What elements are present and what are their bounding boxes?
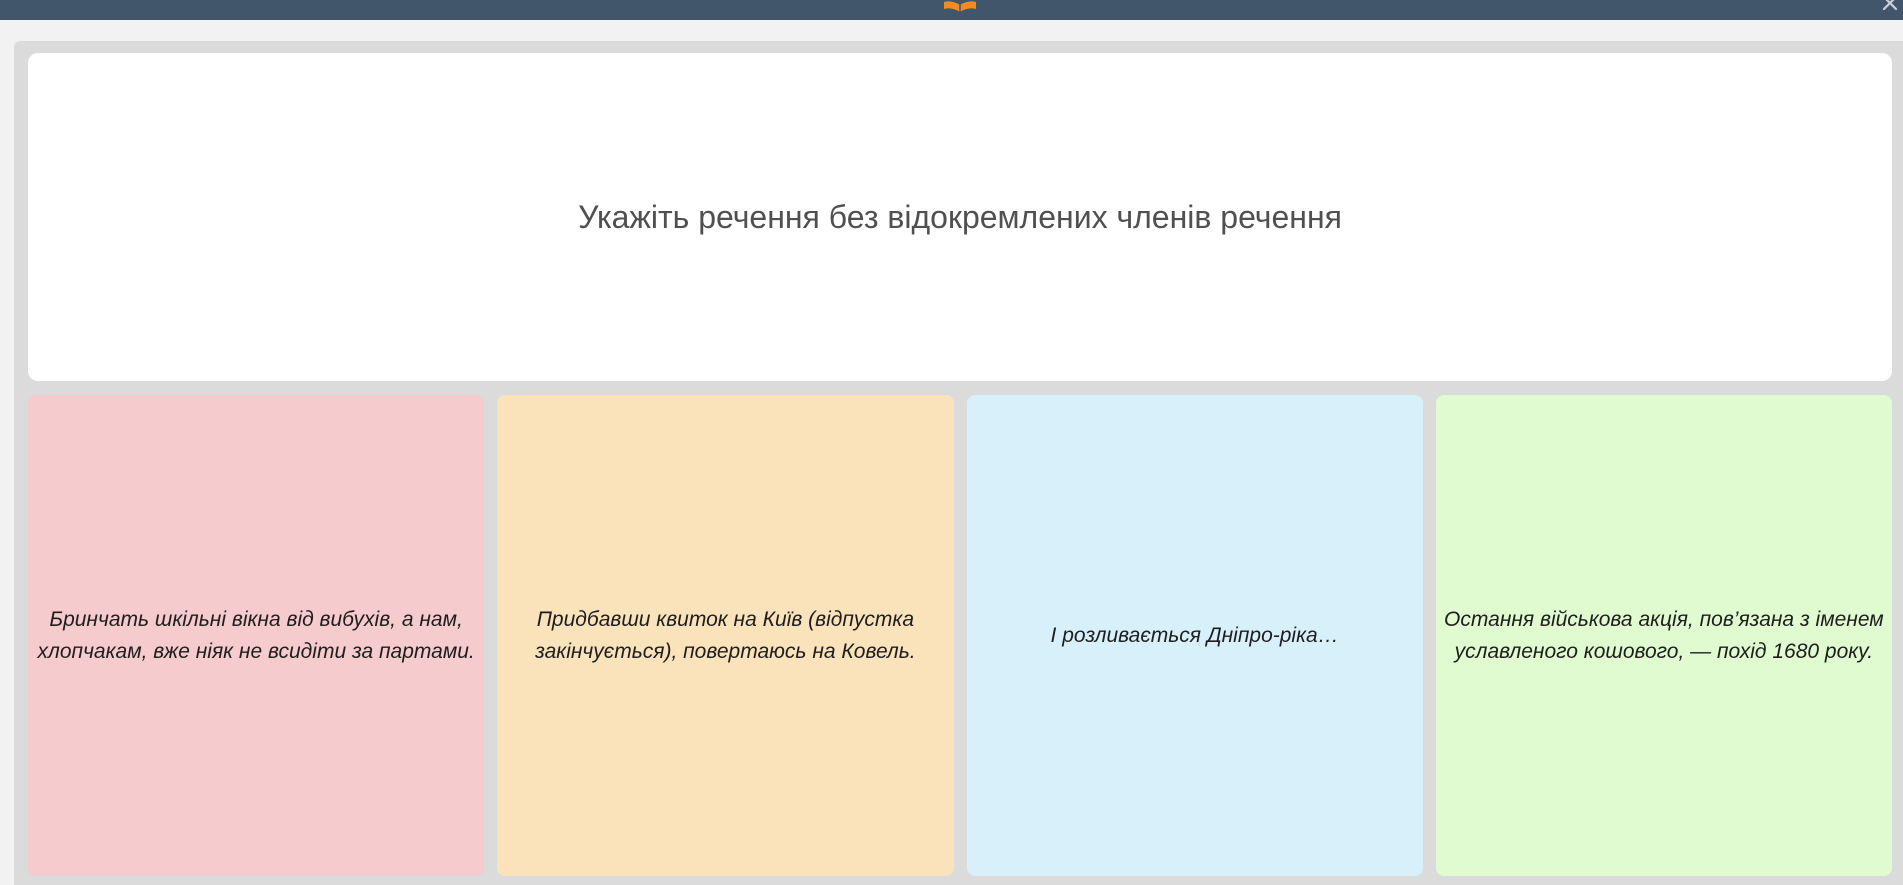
top-bar (0, 0, 1903, 20)
answer-option-1[interactable]: Бринчать шкільні вікна від вибухів, а на… (28, 395, 485, 876)
question-card: Укажіть речення без відокремлених членів… (28, 53, 1892, 381)
close-icon[interactable] (1881, 0, 1899, 12)
answer-text: Остання військова акція, пов’язана з іме… (1444, 607, 1884, 663)
answer-text: Бринчать шкільні вікна від вибухів, а на… (37, 607, 475, 663)
open-book-icon (944, 1, 976, 12)
question-text: Укажіть речення без відокремлених членів… (578, 198, 1342, 235)
answer-text: Придбавши квиток на Київ (відпустка закі… (535, 607, 916, 663)
answer-options: Бринчать шкільні вікна від вибухів, а на… (28, 395, 1892, 876)
answer-option-4[interactable]: Остання військова акція, пов’язана з іме… (1435, 395, 1892, 876)
answer-option-3[interactable]: І розливається Дніпро-ріка… (966, 395, 1423, 876)
answer-text: І розливається Дніпро-ріка… (1050, 623, 1339, 647)
answer-option-2[interactable]: Придбавши квиток на Київ (відпустка закі… (497, 395, 954, 876)
